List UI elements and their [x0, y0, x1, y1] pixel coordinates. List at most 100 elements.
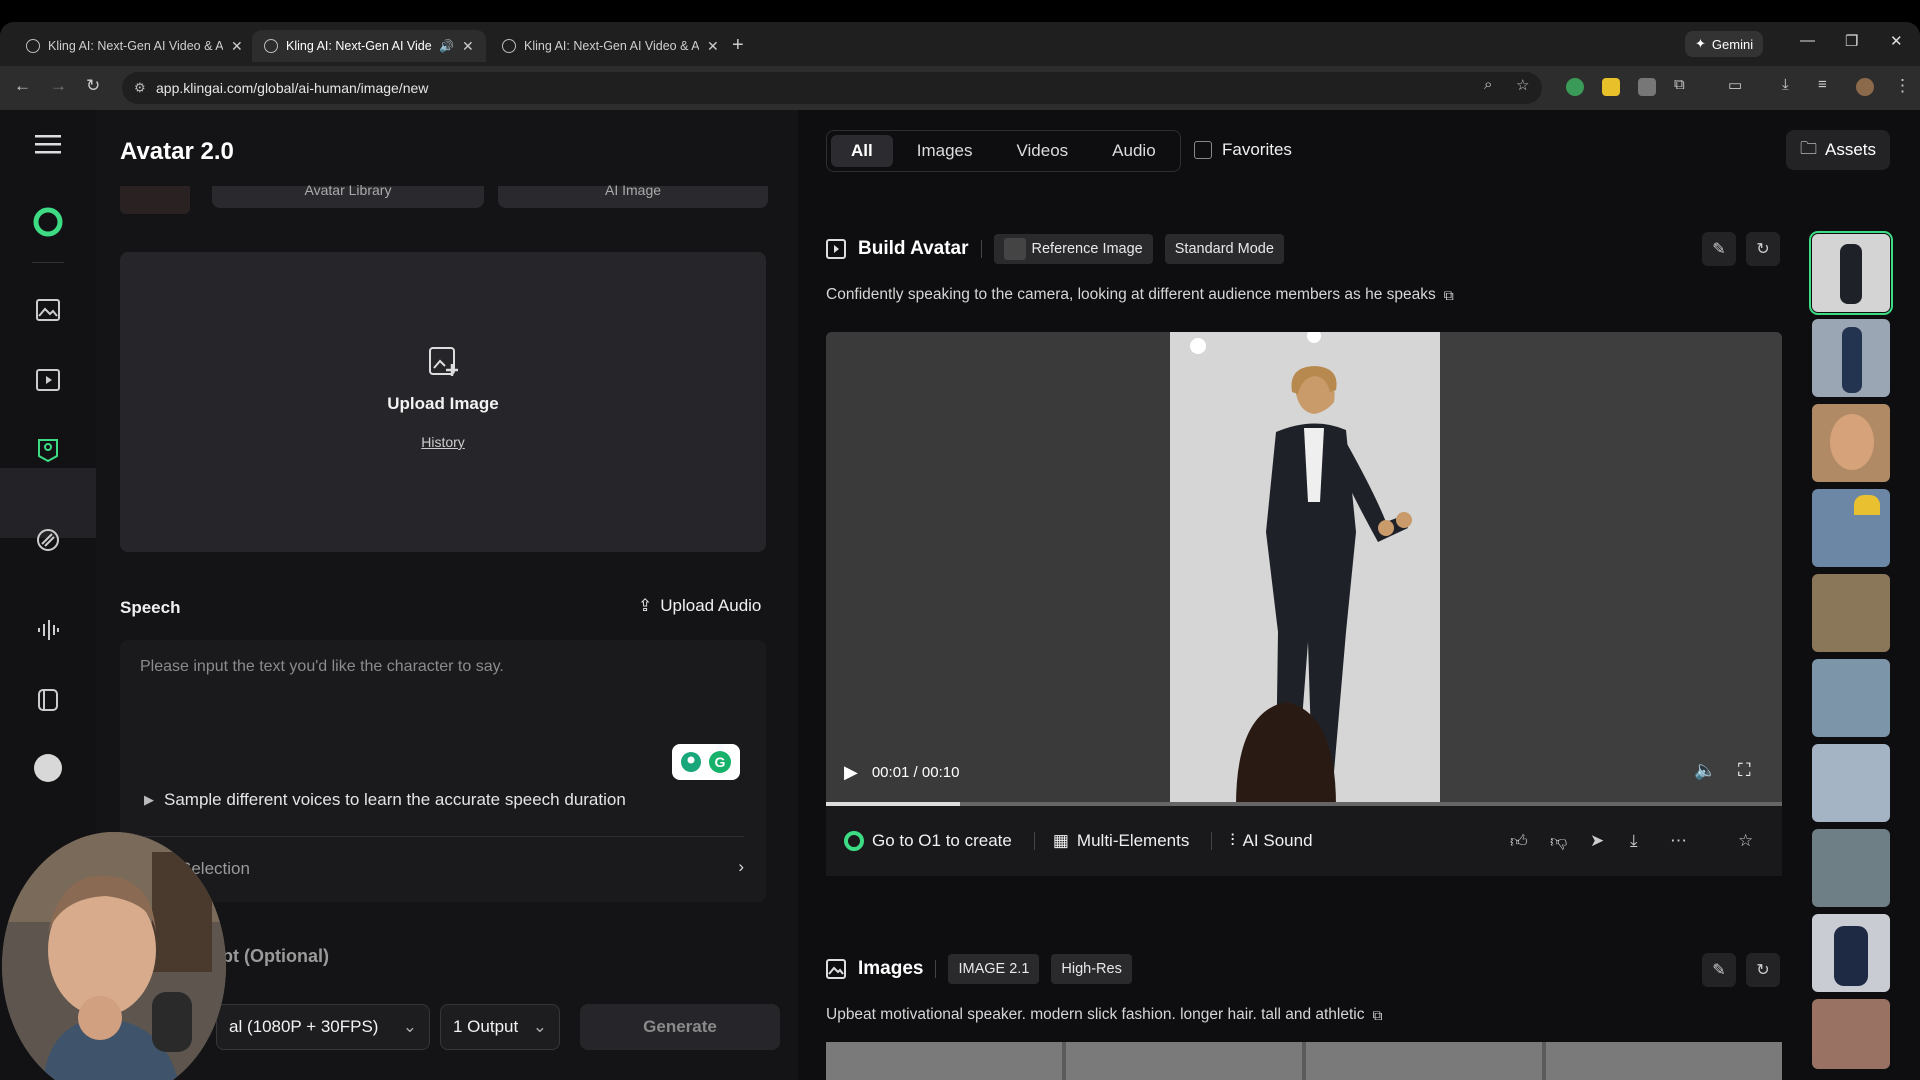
- history-thumb[interactable]: [1812, 404, 1890, 482]
- tab-title: Kling AI: Next-Gen AI Video & AI Image: [286, 39, 431, 53]
- image-result[interactable]: [826, 1042, 1062, 1080]
- history-thumb[interactable]: [1809, 231, 1893, 315]
- restore-icon[interactable]: ❐: [1845, 32, 1858, 50]
- extension-gray-icon[interactable]: [1638, 78, 1656, 96]
- menu-icon[interactable]: [26, 122, 70, 166]
- extension-yellow-icon[interactable]: [1602, 78, 1620, 96]
- favorites-checkbox[interactable]: Favorites: [1194, 140, 1292, 160]
- history-thumb[interactable]: [1812, 659, 1890, 737]
- tab-audio[interactable]: Audio: [1092, 135, 1175, 167]
- minimize-icon[interactable]: —: [1800, 32, 1815, 49]
- thumbs-down-icon[interactable]: 👎︎: [1550, 831, 1567, 852]
- chip-label: Reference Image: [1031, 241, 1143, 257]
- copy-icon[interactable]: ⧉: [1373, 1007, 1383, 1024]
- forward-icon[interactable]: →: [50, 76, 67, 96]
- tab-videos[interactable]: Videos: [996, 135, 1088, 167]
- kling-logo-icon[interactable]: [26, 200, 70, 244]
- history-thumb[interactable]: [1812, 489, 1890, 567]
- history-thumb[interactable]: [1812, 999, 1890, 1069]
- download-icon[interactable]: ⤓: [1782, 76, 1789, 93]
- grammarly-g-icon: G: [709, 751, 731, 773]
- browser-tab-1[interactable]: Kling AI: Next-Gen AI Video & AI Image ✕: [14, 30, 255, 62]
- image-results-strip[interactable]: [826, 1042, 1782, 1080]
- fullscreen-icon[interactable]: ⛶: [1738, 760, 1751, 781]
- back-icon[interactable]: ←: [14, 76, 31, 96]
- gemini-button[interactable]: ✦ Gemini: [1685, 31, 1764, 57]
- extensions-puzzle-icon[interactable]: ⧉: [1674, 76, 1685, 93]
- quality-dropdown[interactable]: al (1080P + 30FPS) ⌄: [216, 1004, 430, 1050]
- upload-image-dropzone[interactable]: Upload Image History: [120, 252, 766, 552]
- reading-list-icon[interactable]: ≡: [1818, 76, 1827, 93]
- grammarly-widget[interactable]: G: [672, 744, 740, 780]
- image-result[interactable]: [1306, 1042, 1542, 1080]
- avatar-thumb-partial[interactable]: [120, 186, 190, 214]
- download-icon[interactable]: ⤓: [1630, 831, 1638, 851]
- multi-elements-button[interactable]: ▦ Multi-Elements: [1053, 831, 1189, 851]
- history-thumb[interactable]: [1812, 744, 1890, 822]
- new-tab-icon[interactable]: +: [732, 34, 744, 57]
- volume-icon[interactable]: 🔈: [1694, 760, 1716, 781]
- image-result[interactable]: [1066, 1042, 1302, 1080]
- share-icon[interactable]: ➤: [1590, 831, 1604, 851]
- generate-button[interactable]: Generate: [580, 1004, 780, 1050]
- tab-images[interactable]: Images: [897, 135, 993, 167]
- play-icon[interactable]: ▶: [844, 762, 858, 783]
- browser-tab-2[interactable]: Kling AI: Next-Gen AI Video & AI Image 🔊…: [252, 30, 486, 62]
- speech-text-input[interactable]: Please input the text you'd like the cha…: [120, 640, 766, 902]
- profile-avatar-icon[interactable]: [1856, 78, 1874, 96]
- site-info-icon[interactable]: ⚙: [134, 80, 146, 96]
- tab-all[interactable]: All: [831, 135, 893, 167]
- url-field[interactable]: ⚙ app.klingai.com/global/ai-human/image/…: [122, 72, 1542, 104]
- images-header: Images IMAGE 2.1 High-Res: [826, 954, 1132, 984]
- favorites-label: Favorites: [1222, 140, 1292, 159]
- speaker-icon[interactable]: 🔊: [439, 39, 454, 53]
- avatar-library-button[interactable]: Avatar Library: [212, 182, 484, 208]
- zoom-icon[interactable]: ⌕: [1484, 76, 1492, 93]
- history-thumb[interactable]: [1812, 319, 1890, 397]
- browser-tab-3[interactable]: Kling AI: Next-Gen AI Video & AI Image ✕: [490, 30, 731, 62]
- history-link[interactable]: History: [120, 434, 766, 450]
- edit-icon[interactable]: ✎: [1702, 232, 1736, 266]
- video-player[interactable]: ▶ 00:01 / 00:10 🔈 ⛶: [826, 332, 1782, 806]
- voice-selection-row[interactable]: Selection ›: [144, 836, 744, 879]
- reload-icon[interactable]: ↻: [86, 76, 100, 96]
- go-o1-button[interactable]: Go to O1 to create: [844, 831, 1012, 851]
- more-icon[interactable]: ⋯: [1670, 831, 1687, 851]
- history-thumb[interactable]: [1812, 829, 1890, 907]
- filter-tabs: All Images Videos Audio: [826, 130, 1181, 172]
- image-result[interactable]: [1546, 1042, 1782, 1080]
- tab-favicon-icon: [264, 39, 278, 53]
- bookmark-star-icon[interactable]: ☆: [1516, 76, 1529, 94]
- image-icon[interactable]: [26, 288, 70, 332]
- assets-icon[interactable]: [26, 678, 70, 722]
- effects-icon[interactable]: [26, 518, 70, 562]
- upload-audio-button[interactable]: ⇪ Upload Audio: [638, 596, 761, 616]
- tab-favicon-icon: [26, 39, 40, 53]
- regenerate-icon[interactable]: ↻: [1746, 953, 1780, 987]
- close-tab-icon[interactable]: ✕: [231, 38, 243, 55]
- profile-icon[interactable]: [26, 746, 70, 790]
- browser-window: Kling AI: Next-Gen AI Video & AI Image ✕…: [0, 22, 1920, 1080]
- regenerate-icon[interactable]: ↻: [1746, 232, 1780, 266]
- ai-sound-button[interactable]: ⫶ AI Sound: [1230, 831, 1312, 851]
- output-dropdown[interactable]: 1 Output ⌄: [440, 1004, 560, 1050]
- thumbs-up-icon[interactable]: 👍︎: [1510, 831, 1528, 852]
- assets-button[interactable]: 🗀 Assets: [1786, 130, 1890, 170]
- close-window-icon[interactable]: ✕: [1890, 32, 1903, 50]
- sample-voices-toggle[interactable]: ▶ Sample different voices to learn the a…: [144, 790, 626, 810]
- history-thumb[interactable]: [1812, 574, 1890, 652]
- history-thumb[interactable]: [1812, 914, 1890, 992]
- avatar-icon[interactable]: [26, 428, 70, 472]
- grammarly-extension-icon[interactable]: [1566, 78, 1584, 96]
- close-tab-icon[interactable]: ✕: [707, 38, 719, 55]
- copy-icon[interactable]: ⧉: [1444, 287, 1454, 304]
- reference-thumb-icon: [1003, 238, 1026, 260]
- ai-image-button[interactable]: AI Image: [498, 182, 768, 208]
- cast-icon[interactable]: ▭: [1728, 76, 1742, 94]
- audio-icon[interactable]: [26, 608, 70, 652]
- favorite-star-icon[interactable]: ☆: [1738, 831, 1753, 851]
- video-icon[interactable]: [26, 358, 70, 402]
- edit-icon[interactable]: ✎: [1702, 953, 1736, 987]
- close-tab-icon[interactable]: ✕: [462, 38, 474, 55]
- browser-menu-icon[interactable]: ⋮: [1894, 76, 1911, 96]
